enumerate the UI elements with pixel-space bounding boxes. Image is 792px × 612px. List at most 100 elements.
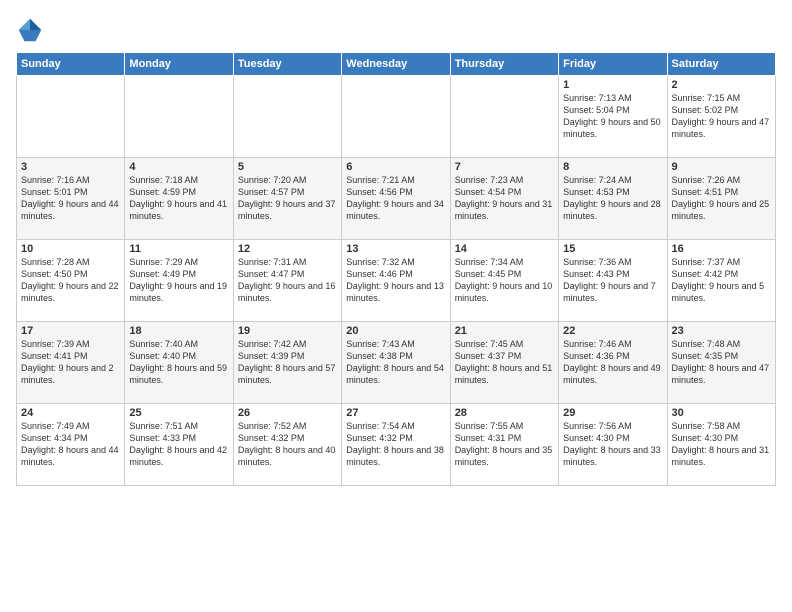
weekday-header-sunday: Sunday: [17, 53, 125, 76]
day-info: Sunrise: 7:21 AM Sunset: 4:56 PM Dayligh…: [346, 174, 445, 223]
calendar-cell: [450, 76, 558, 158]
day-info: Sunrise: 7:31 AM Sunset: 4:47 PM Dayligh…: [238, 256, 337, 305]
calendar-cell: 11Sunrise: 7:29 AM Sunset: 4:49 PM Dayli…: [125, 240, 233, 322]
week-row-1: 1Sunrise: 7:13 AM Sunset: 5:04 PM Daylig…: [17, 76, 776, 158]
day-number: 28: [455, 407, 554, 419]
week-row-2: 3Sunrise: 7:16 AM Sunset: 5:01 PM Daylig…: [17, 158, 776, 240]
week-row-5: 24Sunrise: 7:49 AM Sunset: 4:34 PM Dayli…: [17, 404, 776, 486]
calendar-cell: 17Sunrise: 7:39 AM Sunset: 4:41 PM Dayli…: [17, 322, 125, 404]
calendar-cell: 15Sunrise: 7:36 AM Sunset: 4:43 PM Dayli…: [559, 240, 667, 322]
day-info: Sunrise: 7:55 AM Sunset: 4:31 PM Dayligh…: [455, 420, 554, 469]
calendar-cell: 8Sunrise: 7:24 AM Sunset: 4:53 PM Daylig…: [559, 158, 667, 240]
day-number: 11: [129, 243, 228, 255]
day-info: Sunrise: 7:56 AM Sunset: 4:30 PM Dayligh…: [563, 420, 662, 469]
day-number: 3: [21, 161, 120, 173]
calendar-cell: 13Sunrise: 7:32 AM Sunset: 4:46 PM Dayli…: [342, 240, 450, 322]
day-info: Sunrise: 7:36 AM Sunset: 4:43 PM Dayligh…: [563, 256, 662, 305]
weekday-header-saturday: Saturday: [667, 53, 775, 76]
day-info: Sunrise: 7:40 AM Sunset: 4:40 PM Dayligh…: [129, 338, 228, 387]
day-number: 7: [455, 161, 554, 173]
calendar-cell: 3Sunrise: 7:16 AM Sunset: 5:01 PM Daylig…: [17, 158, 125, 240]
day-number: 23: [672, 325, 771, 337]
weekday-header-thursday: Thursday: [450, 53, 558, 76]
day-number: 2: [672, 79, 771, 91]
weekday-header-wednesday: Wednesday: [342, 53, 450, 76]
day-number: 27: [346, 407, 445, 419]
day-number: 17: [21, 325, 120, 337]
calendar-cell: 27Sunrise: 7:54 AM Sunset: 4:32 PM Dayli…: [342, 404, 450, 486]
day-number: 15: [563, 243, 662, 255]
day-number: 5: [238, 161, 337, 173]
day-number: 12: [238, 243, 337, 255]
day-info: Sunrise: 7:23 AM Sunset: 4:54 PM Dayligh…: [455, 174, 554, 223]
day-number: 26: [238, 407, 337, 419]
day-number: 21: [455, 325, 554, 337]
day-info: Sunrise: 7:39 AM Sunset: 4:41 PM Dayligh…: [21, 338, 120, 387]
day-info: Sunrise: 7:15 AM Sunset: 5:02 PM Dayligh…: [672, 92, 771, 141]
weekday-header-friday: Friday: [559, 53, 667, 76]
day-info: Sunrise: 7:24 AM Sunset: 4:53 PM Dayligh…: [563, 174, 662, 223]
logo-icon: [16, 16, 44, 44]
day-info: Sunrise: 7:28 AM Sunset: 4:50 PM Dayligh…: [21, 256, 120, 305]
calendar-cell: 6Sunrise: 7:21 AM Sunset: 4:56 PM Daylig…: [342, 158, 450, 240]
weekday-header-row: SundayMondayTuesdayWednesdayThursdayFrid…: [17, 53, 776, 76]
calendar-cell: [125, 76, 233, 158]
calendar-cell: 30Sunrise: 7:58 AM Sunset: 4:30 PM Dayli…: [667, 404, 775, 486]
calendar-cell: 24Sunrise: 7:49 AM Sunset: 4:34 PM Dayli…: [17, 404, 125, 486]
calendar-table: SundayMondayTuesdayWednesdayThursdayFrid…: [16, 52, 776, 486]
day-info: Sunrise: 7:48 AM Sunset: 4:35 PM Dayligh…: [672, 338, 771, 387]
day-number: 6: [346, 161, 445, 173]
day-number: 10: [21, 243, 120, 255]
calendar-cell: 10Sunrise: 7:28 AM Sunset: 4:50 PM Dayli…: [17, 240, 125, 322]
day-number: 22: [563, 325, 662, 337]
calendar-cell: 29Sunrise: 7:56 AM Sunset: 4:30 PM Dayli…: [559, 404, 667, 486]
day-number: 4: [129, 161, 228, 173]
day-info: Sunrise: 7:32 AM Sunset: 4:46 PM Dayligh…: [346, 256, 445, 305]
logo: [16, 16, 48, 44]
calendar-cell: 4Sunrise: 7:18 AM Sunset: 4:59 PM Daylig…: [125, 158, 233, 240]
calendar-cell: 28Sunrise: 7:55 AM Sunset: 4:31 PM Dayli…: [450, 404, 558, 486]
calendar-cell: 23Sunrise: 7:48 AM Sunset: 4:35 PM Dayli…: [667, 322, 775, 404]
day-info: Sunrise: 7:45 AM Sunset: 4:37 PM Dayligh…: [455, 338, 554, 387]
calendar-cell: 26Sunrise: 7:52 AM Sunset: 4:32 PM Dayli…: [233, 404, 341, 486]
calendar-cell: [342, 76, 450, 158]
day-info: Sunrise: 7:54 AM Sunset: 4:32 PM Dayligh…: [346, 420, 445, 469]
day-info: Sunrise: 7:34 AM Sunset: 4:45 PM Dayligh…: [455, 256, 554, 305]
calendar-cell: 7Sunrise: 7:23 AM Sunset: 4:54 PM Daylig…: [450, 158, 558, 240]
day-number: 30: [672, 407, 771, 419]
day-info: Sunrise: 7:43 AM Sunset: 4:38 PM Dayligh…: [346, 338, 445, 387]
week-row-4: 17Sunrise: 7:39 AM Sunset: 4:41 PM Dayli…: [17, 322, 776, 404]
day-info: Sunrise: 7:51 AM Sunset: 4:33 PM Dayligh…: [129, 420, 228, 469]
day-info: Sunrise: 7:49 AM Sunset: 4:34 PM Dayligh…: [21, 420, 120, 469]
day-info: Sunrise: 7:18 AM Sunset: 4:59 PM Dayligh…: [129, 174, 228, 223]
day-info: Sunrise: 7:13 AM Sunset: 5:04 PM Dayligh…: [563, 92, 662, 141]
day-info: Sunrise: 7:29 AM Sunset: 4:49 PM Dayligh…: [129, 256, 228, 305]
day-info: Sunrise: 7:46 AM Sunset: 4:36 PM Dayligh…: [563, 338, 662, 387]
calendar-cell: 21Sunrise: 7:45 AM Sunset: 4:37 PM Dayli…: [450, 322, 558, 404]
day-number: 9: [672, 161, 771, 173]
day-number: 25: [129, 407, 228, 419]
calendar-cell: 1Sunrise: 7:13 AM Sunset: 5:04 PM Daylig…: [559, 76, 667, 158]
header: [16, 16, 776, 44]
day-number: 24: [21, 407, 120, 419]
day-number: 1: [563, 79, 662, 91]
calendar-cell: [233, 76, 341, 158]
day-number: 16: [672, 243, 771, 255]
calendar-cell: 14Sunrise: 7:34 AM Sunset: 4:45 PM Dayli…: [450, 240, 558, 322]
day-info: Sunrise: 7:42 AM Sunset: 4:39 PM Dayligh…: [238, 338, 337, 387]
calendar-cell: 25Sunrise: 7:51 AM Sunset: 4:33 PM Dayli…: [125, 404, 233, 486]
day-info: Sunrise: 7:58 AM Sunset: 4:30 PM Dayligh…: [672, 420, 771, 469]
weekday-header-tuesday: Tuesday: [233, 53, 341, 76]
calendar-cell: 9Sunrise: 7:26 AM Sunset: 4:51 PM Daylig…: [667, 158, 775, 240]
day-info: Sunrise: 7:26 AM Sunset: 4:51 PM Dayligh…: [672, 174, 771, 223]
calendar-cell: 2Sunrise: 7:15 AM Sunset: 5:02 PM Daylig…: [667, 76, 775, 158]
day-info: Sunrise: 7:16 AM Sunset: 5:01 PM Dayligh…: [21, 174, 120, 223]
day-info: Sunrise: 7:37 AM Sunset: 4:42 PM Dayligh…: [672, 256, 771, 305]
day-number: 20: [346, 325, 445, 337]
day-info: Sunrise: 7:52 AM Sunset: 4:32 PM Dayligh…: [238, 420, 337, 469]
day-number: 8: [563, 161, 662, 173]
calendar-cell: 16Sunrise: 7:37 AM Sunset: 4:42 PM Dayli…: [667, 240, 775, 322]
weekday-header-monday: Monday: [125, 53, 233, 76]
calendar-cell: 18Sunrise: 7:40 AM Sunset: 4:40 PM Dayli…: [125, 322, 233, 404]
week-row-3: 10Sunrise: 7:28 AM Sunset: 4:50 PM Dayli…: [17, 240, 776, 322]
